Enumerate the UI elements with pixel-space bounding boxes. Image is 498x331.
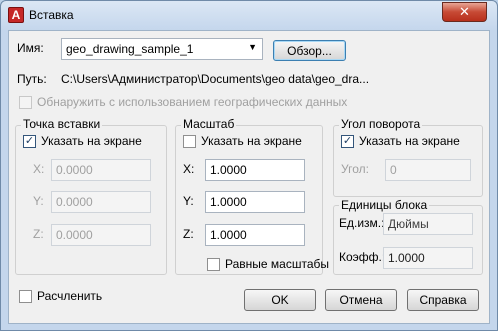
insertion-z-label: Z:	[33, 227, 44, 241]
block-factor-label: Коэфф.:	[339, 250, 386, 264]
geo-locate-checkbox[interactable]	[19, 96, 32, 109]
scale-specify-label: Указать на экране	[201, 134, 302, 148]
insertion-y-field[interactable]: 0.0000	[51, 191, 151, 213]
block-unit-title: Единицы блока	[339, 198, 430, 212]
scale-z-field[interactable]: 1.0000	[205, 224, 305, 246]
window-title: Вставка	[29, 8, 74, 22]
scale-x-field[interactable]: 1.0000	[205, 159, 305, 181]
scale-y-label: Y:	[183, 194, 194, 208]
browse-button[interactable]: Обзор...	[273, 40, 346, 61]
name-dropdown[interactable]: geo_drawing_sample_1 ▼	[61, 38, 263, 60]
scale-title: Масштаб	[181, 117, 237, 131]
help-button[interactable]: Справка	[407, 289, 479, 311]
close-button[interactable]: ✕	[442, 2, 487, 22]
rotation-angle-field[interactable]: 0	[385, 159, 471, 181]
insertion-specify-label: Указать на экране	[41, 134, 142, 148]
insert-dialog: A Вставка ✕ Имя: geo_drawing_sample_1 ▼ …	[0, 0, 498, 331]
uniform-scale-checkbox[interactable]	[207, 258, 220, 271]
cancel-button[interactable]: Отмена	[325, 289, 397, 311]
scale-specify-checkbox[interactable]	[183, 135, 196, 148]
insertion-point-title: Точка вставки	[21, 117, 103, 131]
uniform-scale-label: Равные масштабы	[225, 257, 329, 271]
scale-z-label: Z:	[183, 227, 194, 241]
block-unit-value: Дюймы	[383, 213, 473, 235]
insertion-z-field[interactable]: 0.0000	[51, 224, 151, 246]
path-value: C:\Users\Администратор\Documents\geo dat…	[61, 72, 370, 86]
autocad-app-icon: A	[8, 7, 24, 23]
block-unit-label: Ед.изм.:	[339, 216, 385, 230]
chevron-down-icon[interactable]: ▼	[248, 42, 257, 52]
insertion-x-label: X:	[33, 162, 45, 176]
insertion-y-label: Y:	[33, 194, 44, 208]
explode-label: Расчленить	[37, 289, 103, 303]
explode-checkbox[interactable]	[19, 290, 32, 303]
geo-locate-label: Обнаружить с использованием географическ…	[37, 95, 348, 109]
scale-y-field[interactable]: 1.0000	[205, 191, 305, 213]
insertion-x-field[interactable]: 0.0000	[51, 159, 151, 181]
rotation-angle-label: Угол:	[341, 162, 369, 176]
name-value: geo_drawing_sample_1	[66, 42, 194, 56]
rotation-specify-label: Указать на экране	[359, 134, 460, 148]
scale-x-label: X:	[183, 162, 195, 176]
ok-button[interactable]: OK	[244, 289, 316, 311]
dialog-body: Имя: geo_drawing_sample_1 ▼ Обзор... Пут…	[8, 30, 490, 324]
insertion-specify-checkbox[interactable]: ✓	[23, 135, 36, 148]
rotation-specify-checkbox[interactable]: ✓	[341, 135, 354, 148]
path-label: Путь:	[17, 72, 47, 86]
rotation-title: Угол поворота	[339, 117, 423, 131]
block-factor-value: 1.0000	[383, 247, 473, 269]
name-label: Имя:	[17, 41, 44, 55]
